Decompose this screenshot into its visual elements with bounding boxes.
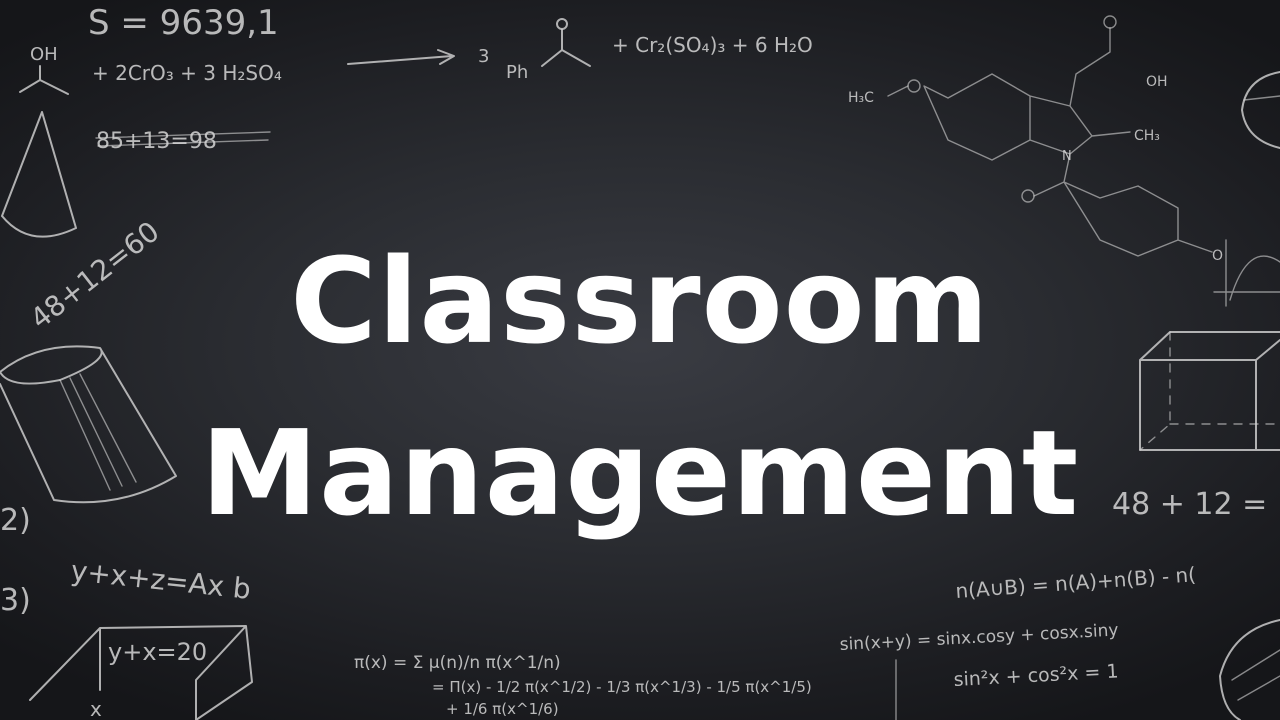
chalk-reaction-left: + 2CrO₃ + 3 H₂SO₄ bbox=[92, 61, 282, 85]
title-line-2: Management bbox=[200, 404, 1080, 542]
chalk-pi-2: = Π(x) - 1/2 π(x^1/2) - 1/3 π(x^1/3) - 1… bbox=[432, 678, 812, 696]
chalk-left-eq-3: 3) bbox=[0, 583, 31, 618]
chalk-box-eq: y+x=20 bbox=[108, 638, 207, 666]
chalk-right-eq-2: n(A∪B) = n(A)+n(B) - n( bbox=[955, 562, 1197, 603]
chalk-pie bbox=[1241, 71, 1280, 149]
chalk-left-eq-2: y+x+z=Ax b bbox=[69, 554, 252, 606]
chalk-arrow bbox=[347, 49, 455, 65]
chalk-n: N bbox=[1062, 149, 1072, 164]
chalkboard-background: S = 9639,1 OH + 2CrO₃ + 3 H₂SO₄ 3 Ph + C… bbox=[0, 0, 1280, 720]
chalk-pi-3: + 1/6 π(x^1/6) bbox=[446, 700, 559, 718]
chalk-ketone bbox=[541, 29, 591, 67]
chalk-reaction-coef: 3 bbox=[478, 46, 489, 67]
chalk-oh-right: OH bbox=[1146, 74, 1168, 90]
chalk-right-eq-4: sin²x + cos²x = 1 bbox=[953, 660, 1119, 691]
chalk-ch3: CH₃ bbox=[1134, 128, 1160, 144]
chalk-box-x: x bbox=[90, 697, 102, 720]
chalk-circle-bottom bbox=[1219, 619, 1280, 720]
chalk-ph: Ph bbox=[506, 62, 528, 83]
chalk-number-top: S = 9639,1 bbox=[88, 3, 279, 43]
chalk-right-eq-3: sin(x+y) = sinx.cosy + cosx.siny bbox=[839, 620, 1119, 655]
chalk-oh-label: OH bbox=[30, 44, 58, 65]
chalk-reaction-right: + Cr₂(SO₄)₃ + 6 H₂O bbox=[612, 33, 813, 57]
chalk-h3c: H₃C bbox=[848, 90, 874, 106]
chalk-molecule-left bbox=[19, 65, 69, 95]
page-title: Classroom Management bbox=[0, 215, 1280, 559]
chalk-pi-1: π(x) = Σ μ(n)/n π(x^1/n) bbox=[354, 653, 561, 673]
title-line-1: Classroom bbox=[290, 232, 990, 370]
chalk-scratched: 85+13=98 bbox=[96, 129, 217, 154]
